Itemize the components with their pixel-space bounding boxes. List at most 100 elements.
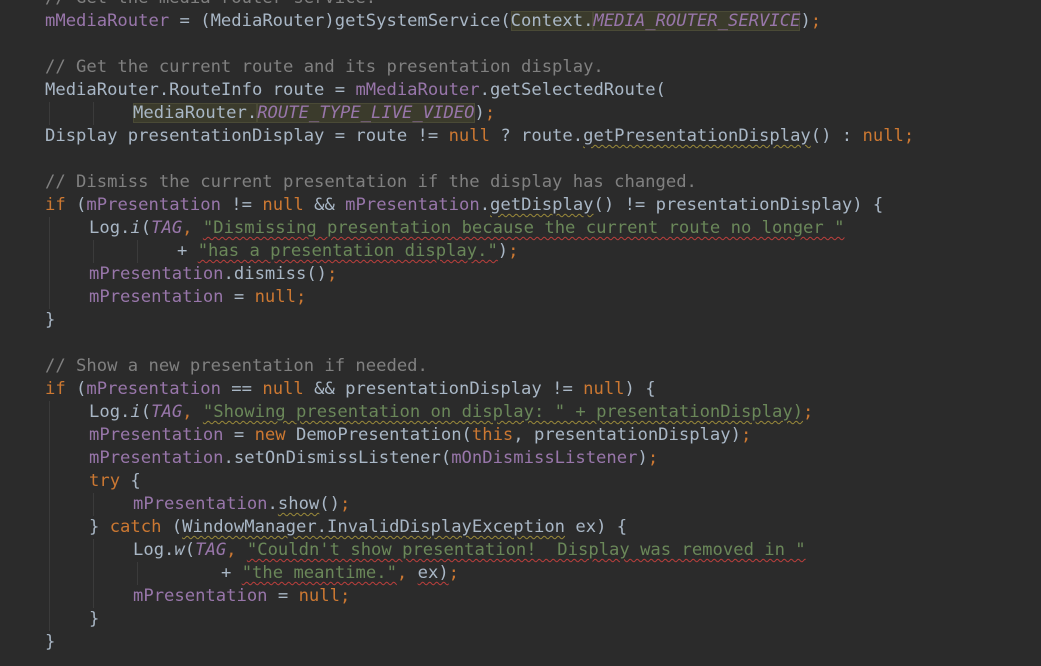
code-token-keyword: ; xyxy=(327,264,338,284)
code-token-field: mPresentation xyxy=(89,264,224,284)
code-token-plain: ex) xyxy=(417,563,449,583)
code-token-plain: Context. xyxy=(510,11,594,31)
code-line[interactable]: if (mPresentation != null && mPresentati… xyxy=(0,194,1041,217)
code-token-plain: MediaRouter.RouteInfo route = xyxy=(45,80,356,100)
code-token-plain: ) { xyxy=(624,379,656,399)
code-token-static: ROUTE_TYPE_LIVE_VIDEO xyxy=(257,103,475,123)
code-line[interactable]: + "has a presentation display."); xyxy=(0,240,1041,263)
code-line[interactable]: mPresentation = null; xyxy=(0,585,1041,608)
code-line[interactable]: MediaRouter.ROUTE_TYPE_LIVE_VIDEO); xyxy=(0,102,1041,125)
code-token-plain: ) xyxy=(637,448,648,468)
code-line[interactable]: Display presentationDisplay = route != n… xyxy=(0,125,1041,148)
code-token-field: mMediaRouter xyxy=(355,80,480,100)
code-token-plain: ) xyxy=(474,103,485,123)
code-line[interactable]: } catch (WindowManager.InvalidDisplayExc… xyxy=(0,516,1041,539)
code-token-plain: ( xyxy=(140,218,152,238)
code-token-keyword: null xyxy=(448,126,490,146)
code-line[interactable]: mPresentation = null; xyxy=(0,286,1041,309)
code-line[interactable]: try { xyxy=(0,470,1041,493)
indent-guide xyxy=(137,562,138,585)
code-token-plain: ) xyxy=(497,241,509,261)
code-token-method-static: i xyxy=(130,402,141,422)
code-token-plain: .dismiss() xyxy=(223,264,328,284)
code-line[interactable]: mPresentation = new DemoPresentation(thi… xyxy=(0,424,1041,447)
code-token-plain: ) xyxy=(800,11,811,31)
code-line[interactable]: if (mPresentation == null && presentatio… xyxy=(0,378,1041,401)
indent-guide xyxy=(137,240,138,263)
code-token-keyword: , xyxy=(396,563,418,583)
code-line[interactable]: MediaRouter.RouteInfo route = mMediaRout… xyxy=(0,79,1041,102)
code-token-static: MEDIA_ROUTER_SERVICE xyxy=(593,11,801,31)
code-token-keyword: ; xyxy=(508,241,519,261)
code-token-plain: MediaRouter. xyxy=(133,103,258,123)
code-token-field: mPresentation xyxy=(345,195,480,215)
code-token-plain: { xyxy=(120,471,141,491)
code-token-plain: . xyxy=(479,195,491,215)
code-token-keyword: null xyxy=(298,586,340,606)
code-token-plain: Log. xyxy=(133,540,175,560)
code-line[interactable]: } xyxy=(0,631,1041,654)
code-line[interactable]: // Get the media router service. xyxy=(0,0,1041,10)
code-token-plain: . xyxy=(267,494,278,514)
code-token-field: mMediaRouter xyxy=(45,11,170,31)
code-token-plain: show xyxy=(277,494,320,514)
code-line[interactable]: } xyxy=(0,608,1041,631)
code-line[interactable]: Log.i(TAG, "Showing presentation on disp… xyxy=(0,401,1041,424)
code-token-field: mPresentation xyxy=(86,195,221,215)
code-line[interactable]: // Get the current route and its present… xyxy=(0,56,1041,79)
code-line[interactable] xyxy=(0,33,1041,56)
code-line[interactable]: // Dismiss the current presentation if t… xyxy=(0,171,1041,194)
code-line[interactable]: mPresentation.show(); xyxy=(0,493,1041,516)
code-token-keyword: null xyxy=(862,126,904,146)
code-token-keyword: ; xyxy=(740,425,752,445)
code-token-plain: getPresentationDisplay xyxy=(583,126,811,146)
code-line[interactable]: mPresentation.setOnDismissListener(mOnDi… xyxy=(0,447,1041,470)
indent-guide xyxy=(49,516,50,539)
code-line[interactable]: } xyxy=(0,309,1041,332)
indent-guide xyxy=(93,562,94,585)
code-token-keyword: null xyxy=(262,379,304,399)
code-token-keyword: , xyxy=(182,218,203,238)
code-line[interactable]: mMediaRouter = (MediaRouter)getSystemSer… xyxy=(0,10,1041,33)
indent-guide xyxy=(49,608,50,631)
code-token-plain: () != presentationDisplay) { xyxy=(593,195,884,215)
code-line[interactable] xyxy=(0,332,1041,355)
indent-guide xyxy=(49,562,50,585)
code-token-field: mPresentation xyxy=(86,379,221,399)
code-token-plain: ex) { xyxy=(565,517,628,537)
indent-guide xyxy=(49,217,50,240)
indent-guide xyxy=(49,240,50,263)
indent-guide xyxy=(93,240,94,263)
indent-guide xyxy=(93,539,94,562)
code-editor[interactable]: // Get the media router service. mMediaRo… xyxy=(0,0,1041,654)
code-line[interactable]: Log.w(TAG, "Couldn't show presentation! … xyxy=(0,539,1041,562)
code-line[interactable]: + "the meantime.", ex); xyxy=(0,562,1041,585)
code-token-keyword: new xyxy=(254,425,286,445)
code-token-keyword: , xyxy=(182,402,203,422)
code-token-plain: Display presentationDisplay = route != xyxy=(45,126,449,146)
indent-guide xyxy=(49,401,50,424)
code-token-plain: } xyxy=(45,632,56,652)
indent-guide xyxy=(49,102,50,125)
code-token-keyword: , xyxy=(226,540,247,560)
code-token-method-static: w xyxy=(174,540,185,560)
code-line[interactable] xyxy=(0,148,1041,171)
code-token-static: TAG xyxy=(195,540,227,560)
code-token-static: TAG xyxy=(151,402,183,422)
code-token-keyword: null xyxy=(583,379,625,399)
code-token-method-static: i xyxy=(130,218,141,238)
indent-guide xyxy=(49,470,50,493)
code-line[interactable]: Log.i(TAG, "Dismissing presentation beca… xyxy=(0,217,1041,240)
code-line[interactable]: mPresentation.dismiss(); xyxy=(0,263,1041,286)
code-token-plain: } xyxy=(89,609,100,629)
code-token-plain: ( xyxy=(65,379,87,399)
code-line[interactable]: // Show a new presentation if needed. xyxy=(0,355,1041,378)
code-token-field: mPresentation xyxy=(133,586,268,606)
code-token-keyword: ; xyxy=(339,586,351,606)
code-token-plain: ( xyxy=(65,195,87,215)
code-token-keyword: null xyxy=(254,287,296,307)
code-token-field: mPresentation xyxy=(89,425,224,445)
code-token-plain: && presentationDisplay != xyxy=(303,379,584,399)
indent-guide xyxy=(93,493,94,516)
code-token-keyword: ; xyxy=(903,126,915,146)
